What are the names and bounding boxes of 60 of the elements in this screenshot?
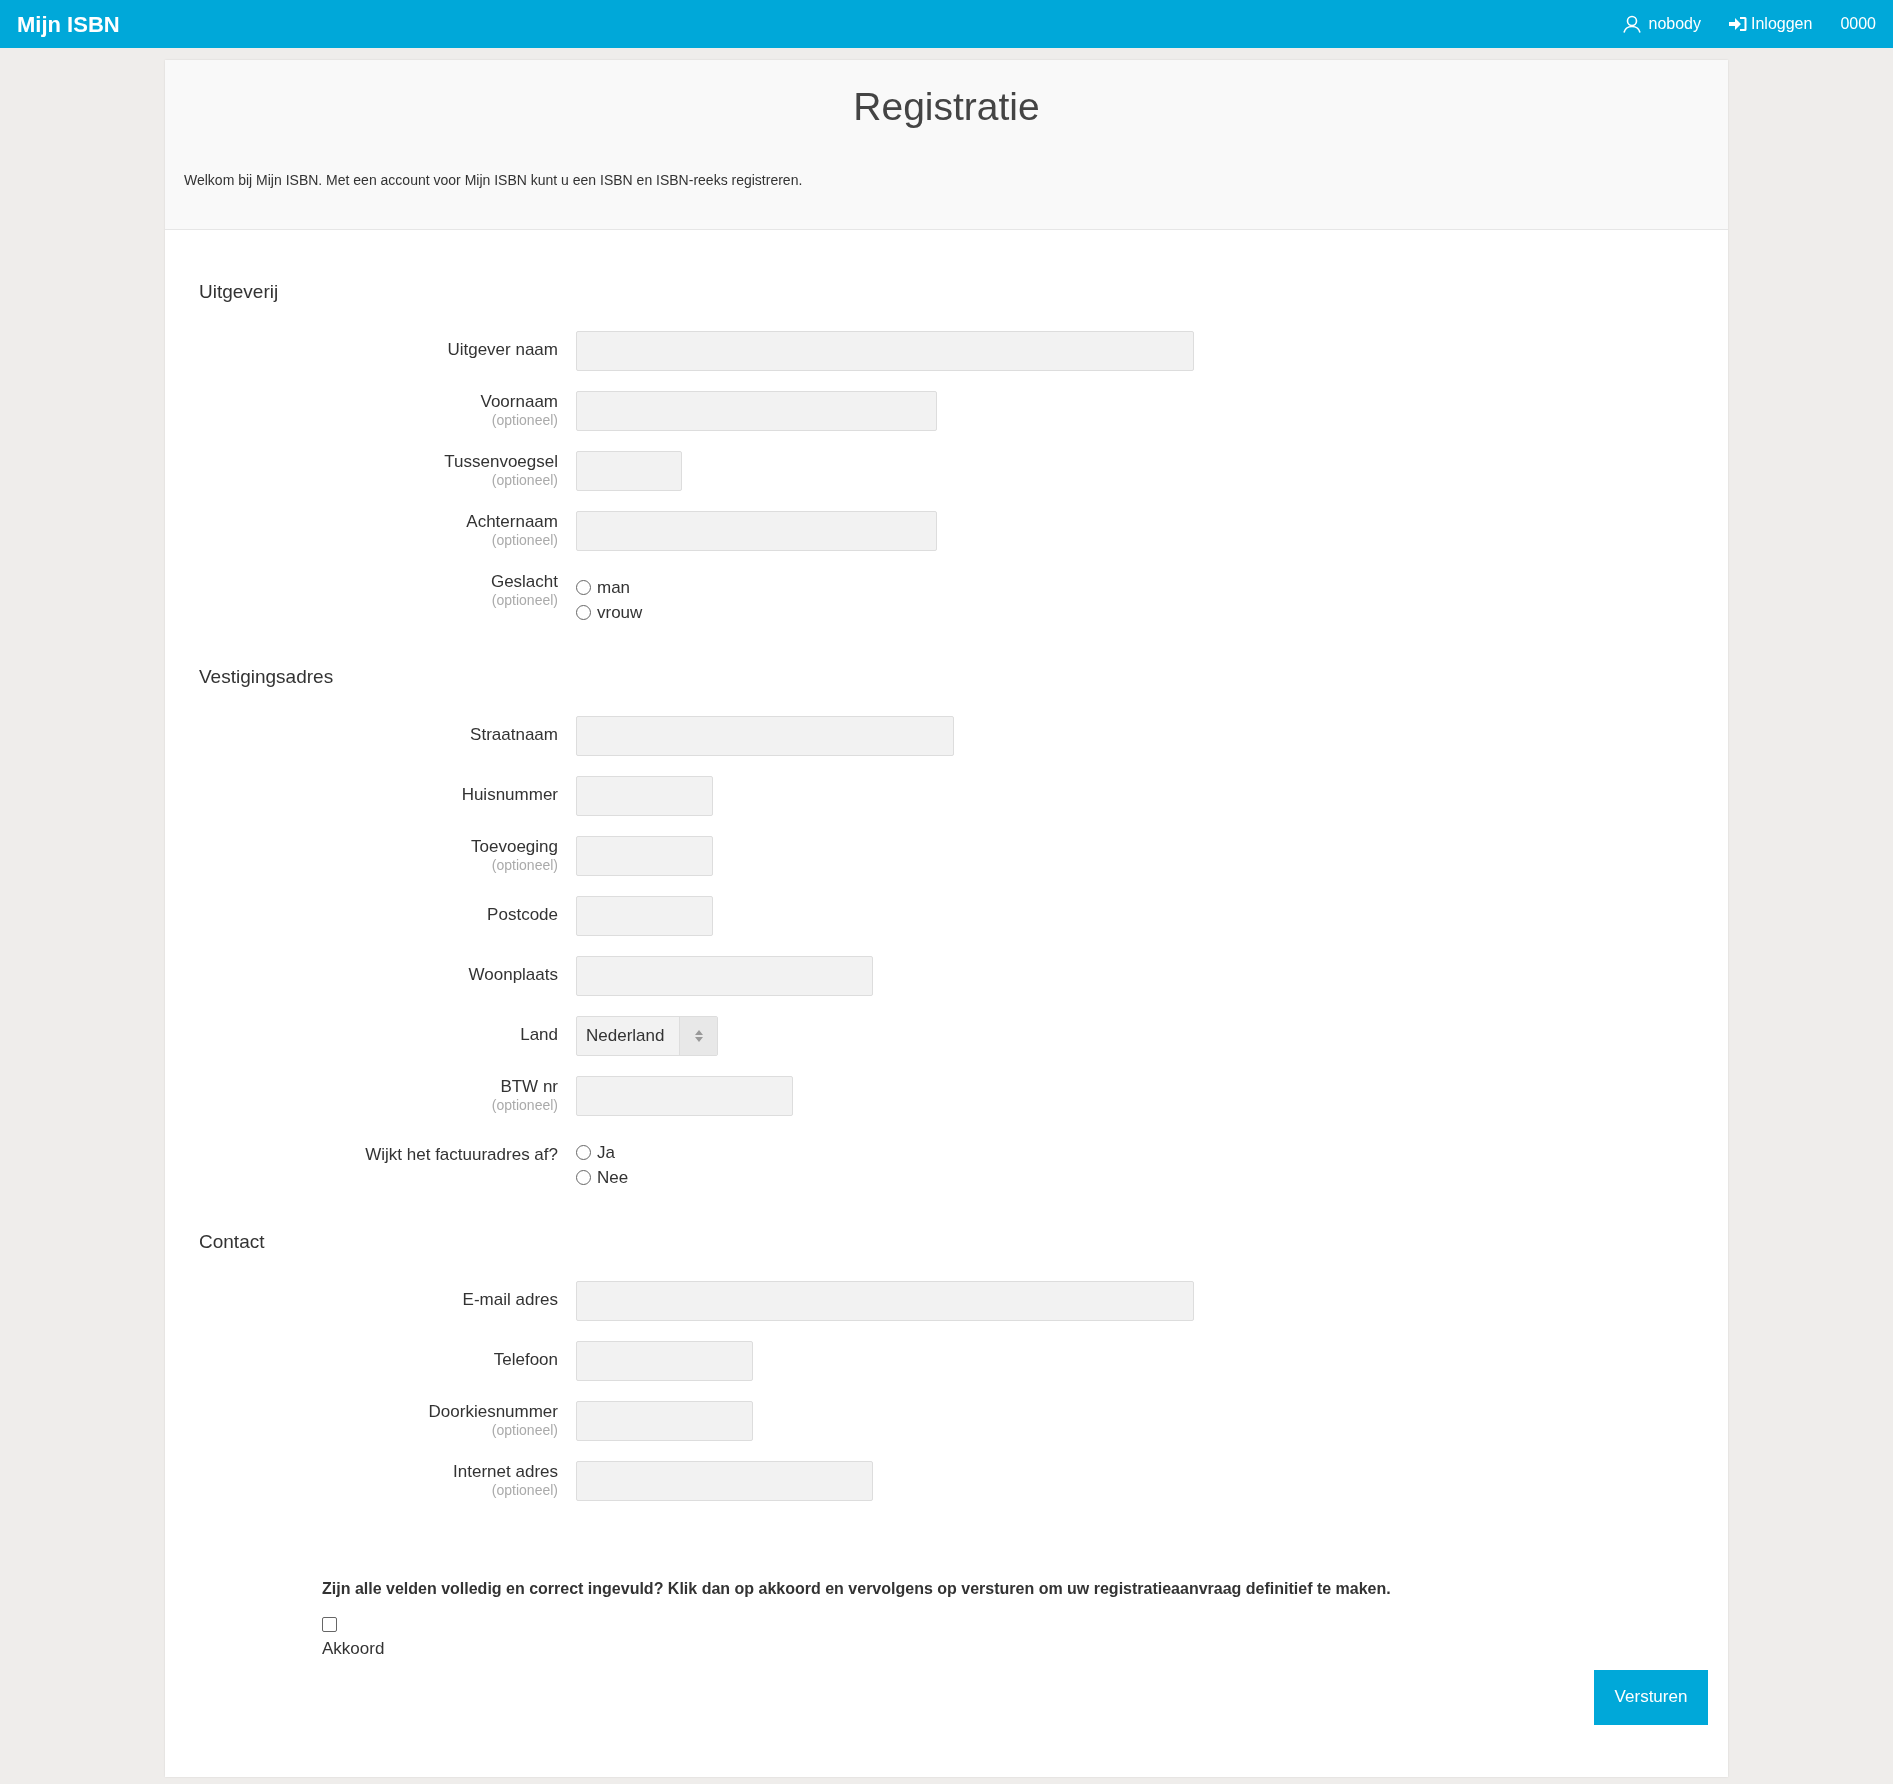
sign-in-icon [1729,16,1747,32]
radio-option[interactable]: man [576,575,643,600]
optional-hint: (optioneel) [491,532,558,548]
optional-hint: (optioneel) [491,857,558,873]
field-label: Achternaam [466,511,558,532]
text-input[interactable] [576,1341,753,1381]
optional-hint: (optioneel) [491,1482,558,1498]
radio-option[interactable]: Ja [576,1140,629,1165]
radio-button[interactable] [576,580,591,595]
text-input[interactable] [576,1281,1194,1321]
field-label: Toevoeging [471,836,558,857]
radio-button[interactable] [576,1170,591,1185]
text-input[interactable] [576,511,937,551]
page-title: Registratie [852,84,1041,130]
radio-button[interactable] [576,1145,591,1160]
field-label: E-mail adres [462,1289,558,1310]
field-label: Wijkt het factuuradres af? [365,1144,558,1165]
radio-option[interactable]: vrouw [576,600,643,625]
field-label: Doorkiesnummer [428,1401,558,1422]
field-label: Telefoon [493,1349,558,1370]
user-icon [1622,15,1641,33]
optional-hint: (optioneel) [491,1097,558,1113]
text-input[interactable] [576,391,937,431]
field-label: Voornaam [480,391,558,412]
field-label: Land [520,1024,558,1045]
field-label: Geslacht [490,571,558,592]
intro-text: Welkom bij Mijn ISBN. Met een account voor Mijn ISBN kunt u een ISBN en ISBN-reeks registreren. [184,171,804,190]
field-label: BTW nr [500,1076,558,1097]
radio-button[interactable] [576,605,591,620]
field-label: Uitgever naam [447,339,558,360]
text-input[interactable] [576,1401,753,1441]
text-input[interactable] [576,776,713,816]
field-label: Internet adres [453,1461,558,1482]
field-label: Woonplaats [468,964,558,985]
optional-hint: (optioneel) [491,592,558,608]
optional-hint: (optioneel) [491,412,558,428]
text-input[interactable] [576,716,954,756]
text-input[interactable] [576,836,713,876]
text-input[interactable] [576,1076,793,1116]
radio-option[interactable]: Nee [576,1165,629,1190]
checkbox-label: Akkoord [322,1638,385,1660]
optional-hint: (optioneel) [491,1422,558,1438]
confirm-question: Zijn alle velden volledig en correct ingevuld? Klik dan op akkoord en vervolgens op versturen om uw registratieaanvraag definitief te maken. [322,1579,1392,1599]
agree-checkbox[interactable] [322,1617,337,1632]
country-select[interactable]: Nederland [576,1016,718,1056]
text-input[interactable] [576,956,873,996]
field-label: Straatnaam [470,724,558,745]
field-label: Tussenvoegsel [444,451,558,472]
optional-hint: (optioneel) [491,472,558,488]
sort-arrows-icon [694,1030,703,1042]
section-heading: Contact [199,1230,266,1254]
section-heading: Vestigingsadres [199,665,335,689]
text-input[interactable] [576,331,1194,371]
text-input[interactable] [576,896,713,936]
text-input[interactable] [576,1461,873,1501]
account-number: 0000 [1840,14,1876,34]
field-label: Huisnummer [461,784,558,805]
text-input[interactable] [576,451,682,491]
section-heading: Uitgeverij [199,280,280,304]
field-label: Postcode [487,904,558,925]
